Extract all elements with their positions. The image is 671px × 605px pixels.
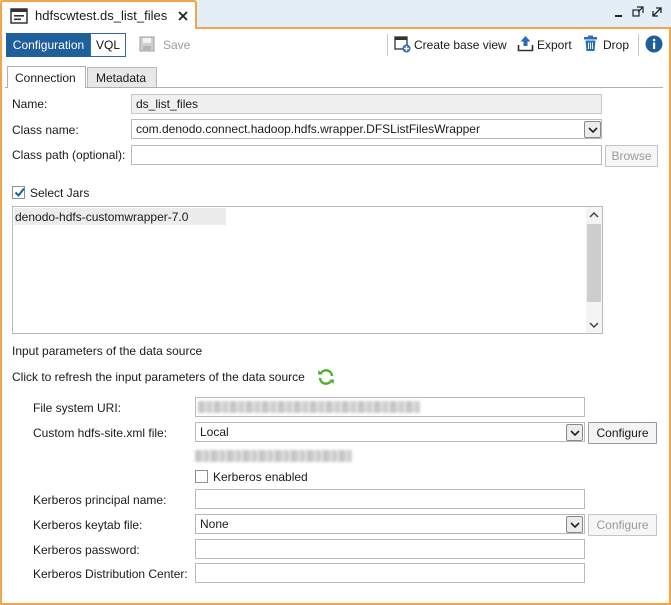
redacted-file-name	[195, 450, 352, 462]
file-system-uri-label: File system URI:	[33, 401, 122, 415]
save-icon	[139, 36, 155, 52]
chevron-down-icon	[588, 127, 598, 134]
kerberos-principal-field[interactable]	[195, 489, 585, 509]
kerberos-keytab-select[interactable]: None	[195, 514, 585, 534]
close-icon[interactable]	[178, 11, 188, 21]
kerberos-password-field[interactable]	[195, 539, 585, 559]
toolbar-separator	[638, 34, 639, 56]
minimize-icon[interactable]	[614, 8, 624, 18]
configure-keytab-button[interactable]: Configure	[588, 514, 657, 536]
jars-list[interactable]: denodo-hdfs-customwrapper-7.0	[12, 206, 603, 334]
document-tab[interactable]: hdfscwtest.ds_list_files	[0, 0, 197, 29]
tab-connection-label: Connection	[15, 71, 76, 85]
name-field[interactable]: ds_list_files	[131, 94, 602, 114]
kerberos-kdc-label: Kerberos Distribution Center:	[33, 567, 188, 581]
scroll-thumb[interactable]	[587, 224, 601, 302]
vql-toggle[interactable]: VQL	[90, 33, 126, 57]
input-params-title: Input parameters of the data source	[12, 344, 203, 358]
jar-name: denodo-hdfs-customwrapper-7.0	[15, 210, 189, 224]
kerberos-keytab-label: Kerberos keytab file:	[33, 518, 143, 532]
trash-icon	[584, 35, 597, 51]
chevron-down-icon	[570, 522, 580, 529]
tab-metadata-label: Metadata	[96, 71, 147, 85]
file-system-uri-field[interactable]	[195, 397, 585, 417]
jars-scrollbar[interactable]	[586, 207, 602, 333]
kerberos-enabled-checkbox[interactable]	[195, 470, 208, 483]
kerberos-keytab-dropdown-button[interactable]	[566, 516, 583, 533]
kerberos-password-label: Kerberos password:	[33, 543, 140, 557]
configuration-toggle[interactable]: Configuration	[6, 33, 91, 57]
select-jars-label: Select Jars	[30, 186, 90, 200]
refresh-icon[interactable]	[317, 368, 335, 386]
select-jars-checkbox[interactable]	[12, 186, 25, 199]
class-path-field[interactable]	[131, 145, 602, 165]
class-name-label: Class name:	[12, 123, 79, 137]
maximize-icon[interactable]	[651, 6, 663, 18]
custom-hdfs-site-dropdown-button[interactable]	[566, 424, 583, 441]
custom-hdfs-site-select[interactable]: Local	[195, 422, 585, 442]
save-button[interactable]: Save	[163, 37, 190, 53]
create-base-view-icon	[394, 36, 411, 53]
kerberos-kdc-field[interactable]	[195, 563, 585, 583]
class-name-select[interactable]: com.denodo.connect.hadoop.hdfs.wrapper.D…	[131, 119, 602, 139]
export-button[interactable]: Export	[537, 37, 572, 53]
scroll-down-icon[interactable]	[589, 321, 599, 329]
chevron-down-icon	[570, 430, 580, 437]
scroll-up-icon[interactable]	[589, 211, 599, 219]
custom-hdfs-site-label: Custom hdfs-site.xml file:	[33, 426, 168, 440]
configure-hdfs-site-button[interactable]: Configure	[588, 422, 657, 444]
export-icon	[517, 36, 534, 52]
tab-strip-line	[5, 87, 663, 88]
class-name-dropdown-button[interactable]	[584, 121, 601, 138]
tab-connection[interactable]: Connection	[7, 66, 86, 88]
kerberos-principal-label: Kerberos principal name:	[33, 493, 167, 507]
tab-metadata[interactable]: Metadata	[87, 67, 157, 87]
toolbar-separator	[387, 34, 388, 56]
drop-button[interactable]: Drop	[603, 37, 629, 53]
redacted-value	[198, 401, 420, 413]
restore-icon[interactable]	[632, 6, 644, 18]
class-path-label: Class path (optional):	[12, 148, 126, 162]
browse-button[interactable]: Browse	[605, 145, 658, 167]
refresh-text[interactable]: Click to refresh the input parameters of…	[12, 369, 305, 385]
datasource-icon	[10, 8, 28, 24]
info-icon[interactable]	[645, 35, 663, 53]
checkmark-icon	[14, 187, 25, 198]
tab-title: hdfscwtest.ds_list_files	[35, 8, 168, 23]
create-base-view-button[interactable]: Create base view	[414, 37, 507, 53]
list-item[interactable]: denodo-hdfs-customwrapper-7.0	[14, 208, 226, 225]
kerberos-enabled-label: Kerberos enabled	[213, 470, 308, 484]
name-label: Name:	[12, 97, 48, 111]
